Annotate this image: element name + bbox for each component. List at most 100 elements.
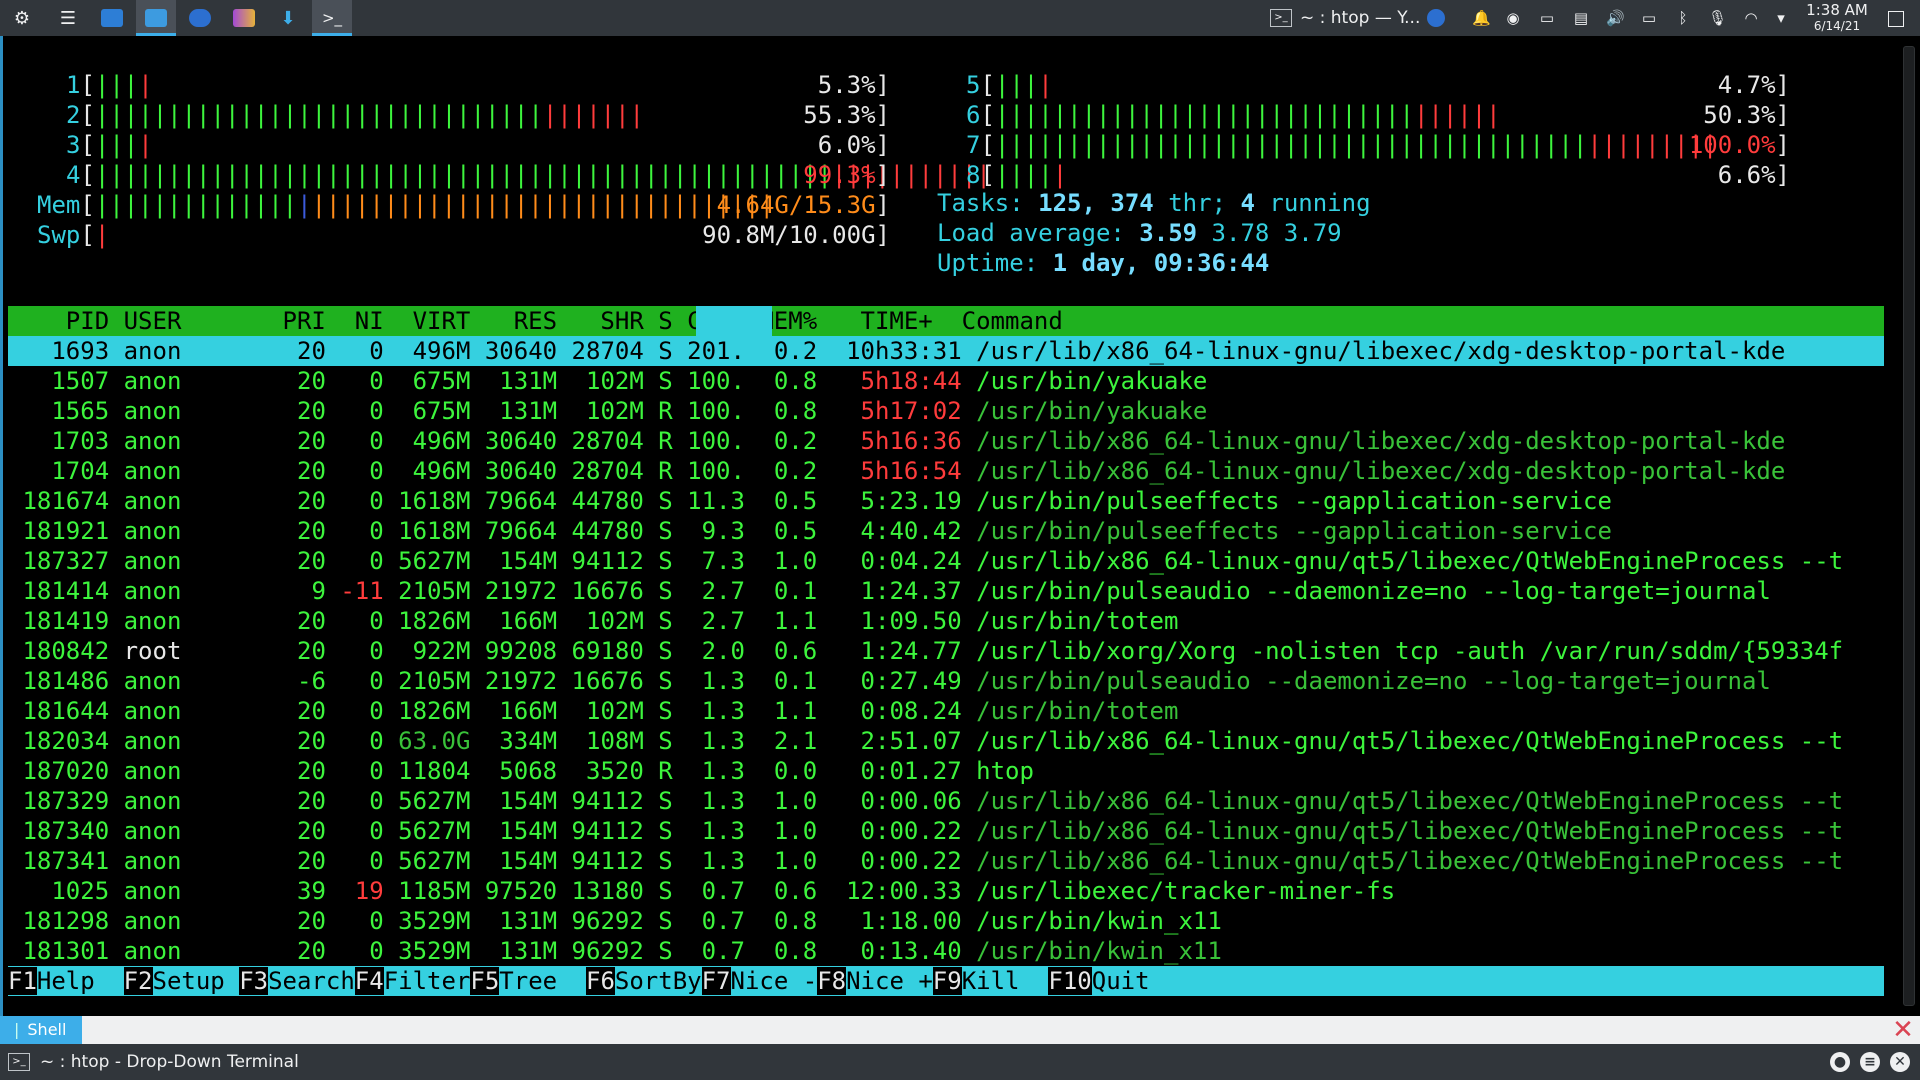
process-time: 5h16:54 [831, 457, 977, 485]
table-row[interactable]: 1693 anon 20 0 496M 30640 28704 S 201. 0… [8, 336, 1884, 366]
process-priority: 20 [253, 517, 341, 545]
table-row[interactable]: 187020 anon 20 0 11804 5068 3520 R 1.3 0… [8, 756, 1884, 786]
chromium-browser-icon[interactable] [180, 0, 220, 36]
process-nice: 0 [340, 427, 399, 455]
menu-dot-icon[interactable]: ● [1830, 1052, 1850, 1072]
close-window-icon[interactable]: ✕ [1890, 1052, 1910, 1072]
microphone-icon[interactable]: 🎙 [1708, 9, 1727, 27]
clock[interactable]: 1:38 AM 6/14/21 [1800, 2, 1874, 34]
table-row[interactable]: 181921 anon 20 0 1618M 79664 44780 S 9.3… [8, 516, 1884, 546]
process-mem: 0.8 [759, 397, 832, 425]
table-row[interactable]: 180842 root 20 0 922M 99208 69180 S 2.0 … [8, 636, 1884, 666]
process-cpu: 1.3 [687, 847, 760, 875]
terminal-tray-icon[interactable]: ▭ [1538, 9, 1556, 27]
cpu-percent-value: 4.7% [1717, 71, 1776, 99]
process-pid: 181419 [8, 607, 124, 635]
tab-shell[interactable]: | Shell [0, 1016, 82, 1044]
process-nice: 0 [340, 817, 399, 845]
task-manager-icon[interactable]: ☰ [48, 0, 88, 36]
process-res: 334M [484, 727, 572, 755]
fkey-nice-plus[interactable]: F8Nice + [817, 966, 933, 996]
load-5: 3.78 [1211, 219, 1284, 247]
table-row[interactable]: 181414 anon 9 -11 2105M 21972 16676 S 2.… [8, 576, 1884, 606]
fkey-nice-minus[interactable]: F7Nice - [701, 966, 817, 996]
application-launcher-icon[interactable]: ⚙ [2, 0, 42, 36]
fkey-setup[interactable]: F2Setup [123, 966, 240, 996]
terminal-scrollbar[interactable] [1900, 36, 1920, 1016]
tasks-running: 4 [1240, 189, 1255, 217]
process-mem: 1.0 [759, 787, 832, 815]
scrollbar-thumb[interactable] [1903, 46, 1915, 1006]
tray-expand-chevron-icon[interactable]: ▾ [1772, 9, 1790, 27]
hamburger-menu-icon[interactable]: ≡ [1860, 1052, 1880, 1072]
notifications-icon[interactable]: 🔔 [1472, 9, 1491, 27]
chromium-tray-icon[interactable] [1416, 0, 1456, 36]
process-res: 154M [484, 787, 572, 815]
vpn-icon[interactable]: ◉ [1504, 9, 1522, 27]
cpu-meter-8: 8[||||| [966, 160, 1067, 190]
process-command: /usr/lib/x86_64-linux-gnu/qt5/libexec/Qt… [976, 547, 1844, 575]
cpu-percent-value: 99.3% [803, 161, 876, 189]
header-columns[interactable]: PID USER PRI NI VIRT RES SHR S CPU% MEM%… [8, 306, 1063, 336]
process-user: anon [123, 667, 254, 695]
process-table-header[interactable]: PID USER PRI NI VIRT RES SHR S CPU% MEM%… [8, 306, 1884, 336]
bluetooth-icon[interactable]: ᛒ [1674, 9, 1692, 27]
table-row[interactable]: 181644 anon 20 0 1826M 166M 102M S 1.3 1… [8, 696, 1884, 726]
table-row[interactable]: 1507 anon 20 0 675M 131M 102M S 100. 0.8… [8, 366, 1884, 396]
process-command: /usr/bin/totem [976, 697, 1179, 725]
process-pid: 181921 [8, 517, 124, 545]
table-row[interactable]: 181298 anon 20 0 3529M 131M 96292 S 0.7 … [8, 906, 1884, 936]
table-row[interactable]: 187329 anon 20 0 5627M 154M 94112 S 1.3 … [8, 786, 1884, 816]
table-row[interactable]: 1565 anon 20 0 675M 131M 102M R 100. 0.8… [8, 396, 1884, 426]
cpu-bar-user: ||||||||||||||||||||||||||||| [994, 101, 1414, 129]
fkey-help[interactable]: F1Help [8, 966, 124, 996]
process-time: 0:00.22 [831, 847, 977, 875]
cpu-bracket-open: [ [980, 161, 995, 189]
table-row[interactable]: 181301 anon 20 0 3529M 131M 96292 S 0.7 … [8, 936, 1884, 966]
wifi-icon[interactable]: ◠ [1742, 9, 1760, 27]
fkey-tree[interactable]: F5Tree [470, 966, 586, 996]
swp-bracket-open: [ [80, 221, 95, 249]
clipboard-icon[interactable]: ▤ [1572, 9, 1590, 27]
table-row[interactable]: 181419 anon 20 0 1826M 166M 102M S 2.7 1… [8, 606, 1884, 636]
process-command: /usr/lib/x86_64-linux-gnu/qt5/libexec/Qt… [976, 787, 1844, 815]
fkey-filter[interactable]: F4Filter [354, 966, 470, 996]
fkey-search[interactable]: F3Search [239, 966, 355, 996]
process-state: S [658, 907, 688, 935]
process-state: S [658, 727, 688, 755]
process-res: 131M [484, 907, 572, 935]
process-time: 1:24.77 [831, 637, 977, 665]
fkey-sortby[interactable]: F6SortBy [586, 966, 702, 996]
battery-icon[interactable]: ▭ [1640, 9, 1658, 27]
show-desktop-icon[interactable] [1888, 11, 1904, 27]
process-command: /usr/bin/pulseaudio --daemonize=no --log… [976, 667, 1771, 695]
active-task-button[interactable]: >_ ~ : htop — Y... [1270, 0, 1420, 36]
table-row[interactable]: 182034 anon 20 0 63.0G 334M 108M S 1.3 2… [8, 726, 1884, 756]
table-row[interactable]: 187341 anon 20 0 5627M 154M 94112 S 1.3 … [8, 846, 1884, 876]
fkey-quit[interactable]: F10Quit [1048, 966, 1150, 996]
tasks-line: Tasks: 125, 374 thr; 4 running [937, 188, 1371, 218]
close-tab-icon[interactable]: ✕ [1892, 1017, 1914, 1043]
process-cpu: 1.3 [687, 667, 760, 695]
fkey-kill[interactable]: F9Kill [932, 966, 1049, 996]
process-command: /usr/lib/x86_64-linux-gnu/qt5/libexec/Qt… [976, 817, 1844, 845]
process-command: /usr/bin/pulseeffects --gapplication-ser… [976, 487, 1612, 515]
table-row[interactable]: 181674 anon 20 0 1618M 79664 44780 S 11.… [8, 486, 1884, 516]
cpu-number: 6 [966, 101, 981, 129]
terminal-task-icon[interactable]: >_ [312, 0, 352, 36]
table-row[interactable]: 1025 anon 39 19 1185M 97520 13180 S 0.7 … [8, 876, 1884, 906]
table-row[interactable]: 1703 anon 20 0 496M 30640 28704 R 100. 0… [8, 426, 1884, 456]
table-row[interactable]: 187340 anon 20 0 5627M 154M 94112 S 1.3 … [8, 816, 1884, 846]
process-virt: 5627M [398, 787, 485, 815]
cpu-bar: |||| [95, 71, 153, 99]
kdenlive-icon[interactable] [224, 0, 264, 36]
volume-icon[interactable]: 🔊 [1606, 9, 1625, 27]
table-row[interactable]: 181486 anon -6 0 2105M 21972 16676 S 1.3… [8, 666, 1884, 696]
fkey-number: F5 [470, 967, 500, 995]
discover-store-icon[interactable] [92, 0, 132, 36]
downloader-icon[interactable]: ⬇ [268, 0, 308, 36]
dolphin-file-manager-icon[interactable] [136, 0, 176, 36]
table-row[interactable]: 187327 anon 20 0 5627M 154M 94112 S 7.3 … [8, 546, 1884, 576]
cpu-meter-1: 1[|||| [66, 70, 153, 100]
table-row[interactable]: 1704 anon 20 0 496M 30640 28704 R 100. 0… [8, 456, 1884, 486]
